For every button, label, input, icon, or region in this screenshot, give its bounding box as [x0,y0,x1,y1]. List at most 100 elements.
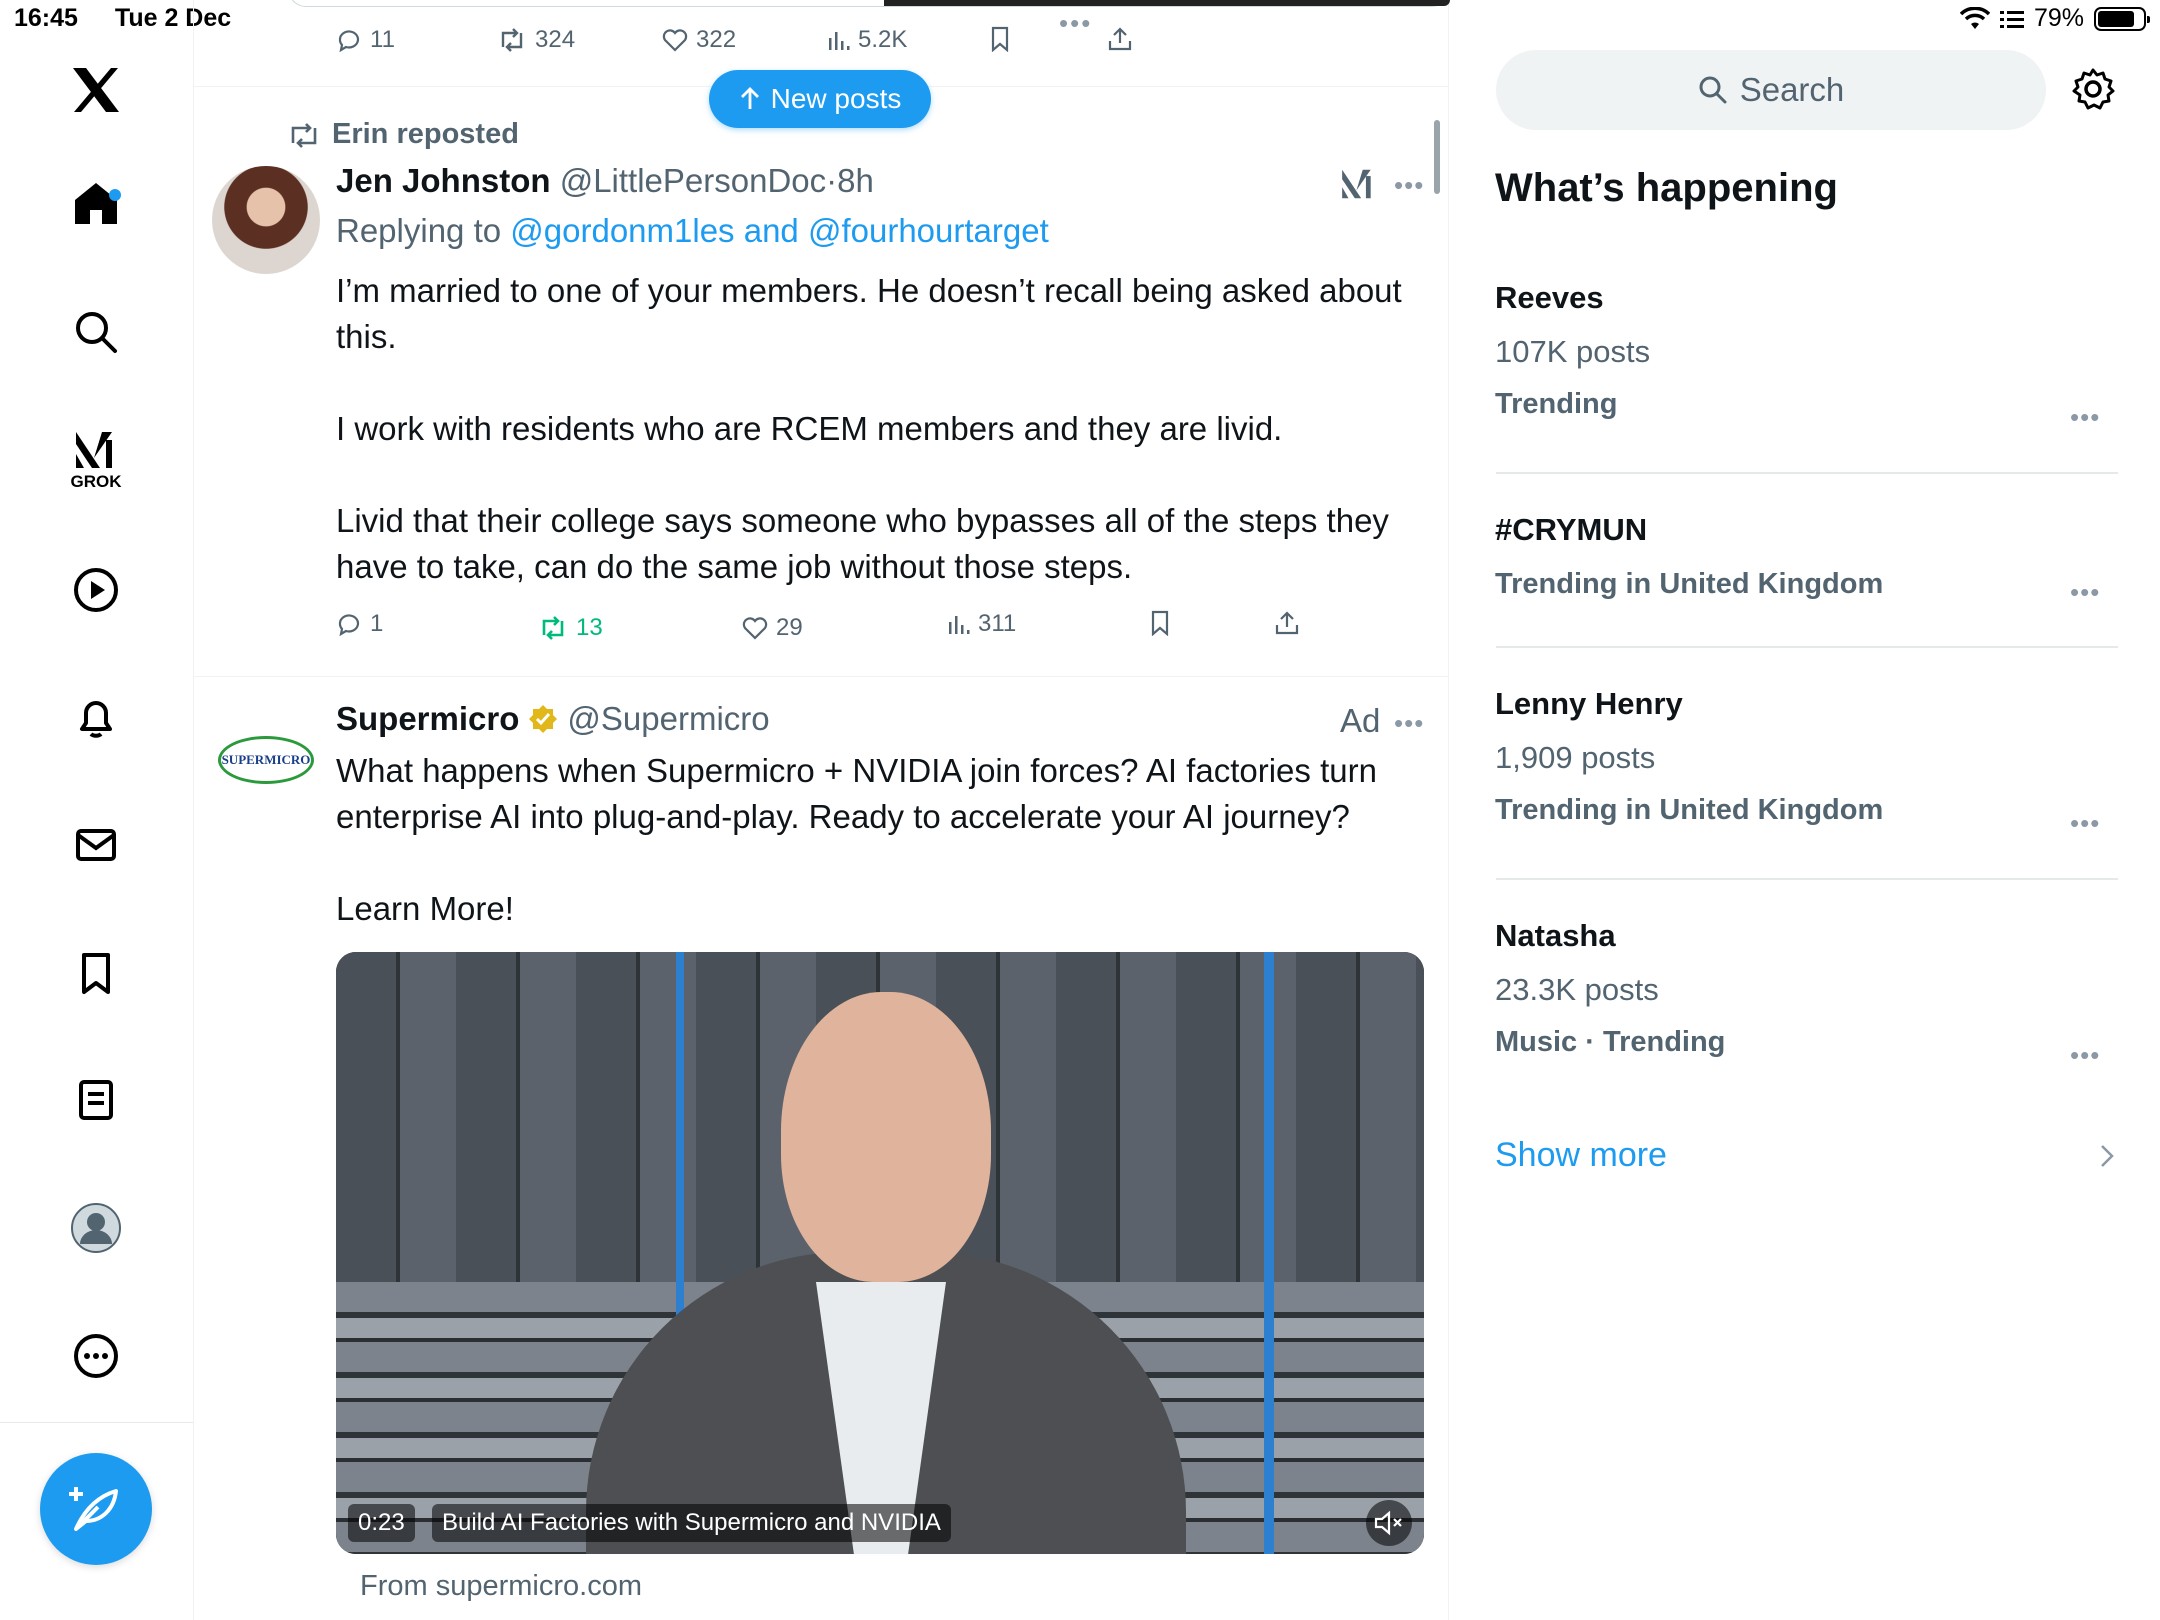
scroll-handle-dots[interactable]: ••• [1059,8,1092,39]
feed: ••• 11 324 322 5.2K New posts Erin repos… [194,0,1450,1620]
repost-indicator-icon [291,122,317,148]
supermicro-avatar[interactable]: SUPERMICRO [212,706,320,814]
ad-source-link[interactable]: From supermicro.com [360,1570,642,1603]
arrow-up-icon [740,87,759,109]
replying-to-handles[interactable]: @gordonm1les and @fourhourtarget [510,212,1048,249]
trend-item-natasha[interactable]: Natasha 23.3K posts Music · Trending [1495,918,1725,1059]
battery-percent: 79% [2033,4,2084,32]
repost-icon [542,616,564,640]
video-time: 0:23 [348,1504,415,1542]
grok-analyze-icon[interactable] [1339,165,1377,203]
replying-to-line: Replying to @gordonm1les and @fourhourta… [336,212,1049,250]
trend-more-icon[interactable]: ••• [2070,808,2100,839]
reply-icon [338,30,360,53]
home-icon[interactable] [56,163,136,243]
post-time[interactable]: 8h [837,162,874,199]
status-bar-right: 79% [1959,4,2150,33]
post1-views-count: 311 [978,610,1017,637]
trend-meta: Music · Trending [1495,1026,1726,1058]
previous-post-media-dark [884,0,1450,6]
prev-share-button[interactable] [1107,26,1133,52]
views-icon [949,616,970,634]
post1-more-icon[interactable]: ••• [1394,170,1424,201]
post1-reply-action[interactable]: 1 [336,610,383,638]
post-divider [194,676,1448,677]
search-input[interactable]: Search [1496,50,2046,130]
trend-post-count: 107K posts [1495,334,1651,369]
post1-reply-count: 1 [370,610,384,637]
trend-divider [1496,646,2118,648]
video-icon[interactable] [56,550,136,630]
author-handle[interactable]: @LittlePersonDoc [560,162,826,199]
x-logo-icon[interactable] [56,50,136,130]
trend-title: Reeves [1495,280,1604,315]
messages-icon[interactable] [56,805,136,885]
verified-gold-badge-icon [529,705,558,733]
search-icon [1699,76,1727,104]
battery-icon [2094,6,2150,31]
prev-repost-count: 324 [535,26,576,53]
trend-title: Lenny Henry [1495,686,1683,721]
post2-header: Supermicro @Supermicro [336,700,770,738]
trend-meta: Trending in United Kingdom [1495,568,1884,600]
trend-more-icon[interactable]: ••• [2070,402,2100,433]
compose-post-button[interactable] [40,1453,152,1565]
show-more-link[interactable]: Show more [1495,1136,2115,1175]
compose-feather-icon [69,1487,118,1531]
notifications-icon[interactable] [56,677,136,757]
author-name[interactable]: Jen Johnston [336,162,551,199]
views-icon [829,32,850,50]
new-posts-label: New posts [770,83,902,114]
trend-item-lenny-henry[interactable]: Lenny Henry 1,909 posts Trending in Unit… [1495,686,1883,827]
share-icon [1275,611,1299,635]
prev-views-count: 5.2K [858,26,908,53]
blue-cable-right [1264,952,1274,1554]
post1-share-button[interactable] [1274,610,1300,636]
ad-video-player[interactable]: 0:23 Build AI Factories with Supermicro … [336,952,1424,1554]
video-title: Build AI Factories with Supermicro and N… [432,1504,951,1542]
repost-indicator: Erin reposted [286,118,519,151]
grok-icon [76,432,112,468]
post1-like-action[interactable]: 29 [742,614,803,642]
new-posts-button[interactable]: New posts [709,70,931,128]
search-icon[interactable] [56,292,136,372]
trend-post-count: 23.3K posts [1495,972,1659,1007]
post1-repost-action[interactable]: 13 [538,614,603,642]
like-icon [742,617,768,640]
grok-nav-item[interactable]: GROK [56,420,136,500]
bookmarks-icon[interactable] [56,933,136,1013]
lists-icon[interactable] [56,1060,136,1140]
more-icon[interactable] [56,1316,136,1396]
trend-meta: Trending [1495,388,1618,420]
prev-bookmark-button[interactable] [988,26,1012,52]
nav-divider [0,1422,193,1423]
post1-views-action[interactable]: 311 [946,610,1016,638]
grok-label: GROK [70,472,122,491]
trend-meta: Trending in United Kingdom [1495,794,1884,826]
prev-like-action[interactable]: 322 [662,26,736,54]
trend-more-icon[interactable]: ••• [2070,1040,2100,1071]
replying-to-prefix: Replying to [336,212,502,249]
author-avatar[interactable] [212,166,320,274]
feed-scrollbar[interactable] [1434,120,1440,194]
prev-views-action[interactable]: 5.2K [826,26,907,54]
bookmark-icon [1151,610,1169,636]
post1-bookmark-button[interactable] [1148,610,1172,636]
profile-avatar-icon[interactable] [56,1188,136,1268]
trend-post-count: 1,909 posts [1495,740,1656,775]
post1-text: I’m married to one of your members. He d… [336,272,1402,585]
ad-author-handle[interactable]: @Supermicro [567,700,769,738]
prev-reply-count: 11 [370,26,395,53]
trend-item-crymun[interactable]: #CRYMUN Trending in United Kingdom [1495,512,1883,601]
trend-more-icon[interactable]: ••• [2070,577,2100,608]
ad-author-name[interactable]: Supermicro [336,700,519,738]
post1-header: Jen Johnston @LittlePersonDoc·8h [336,162,874,200]
settings-gear-icon[interactable] [2070,66,2116,117]
prev-reply-action[interactable]: 11 [336,26,395,54]
trend-item-reeves[interactable]: Reeves 107K posts Trending [1495,280,1650,421]
post2-more-icon[interactable]: ••• [1394,708,1424,739]
mute-button[interactable] [1366,1500,1412,1546]
muted-speaker-icon [1374,1510,1402,1536]
presenter-head [781,992,991,1282]
prev-repost-action[interactable]: 324 [497,26,575,54]
